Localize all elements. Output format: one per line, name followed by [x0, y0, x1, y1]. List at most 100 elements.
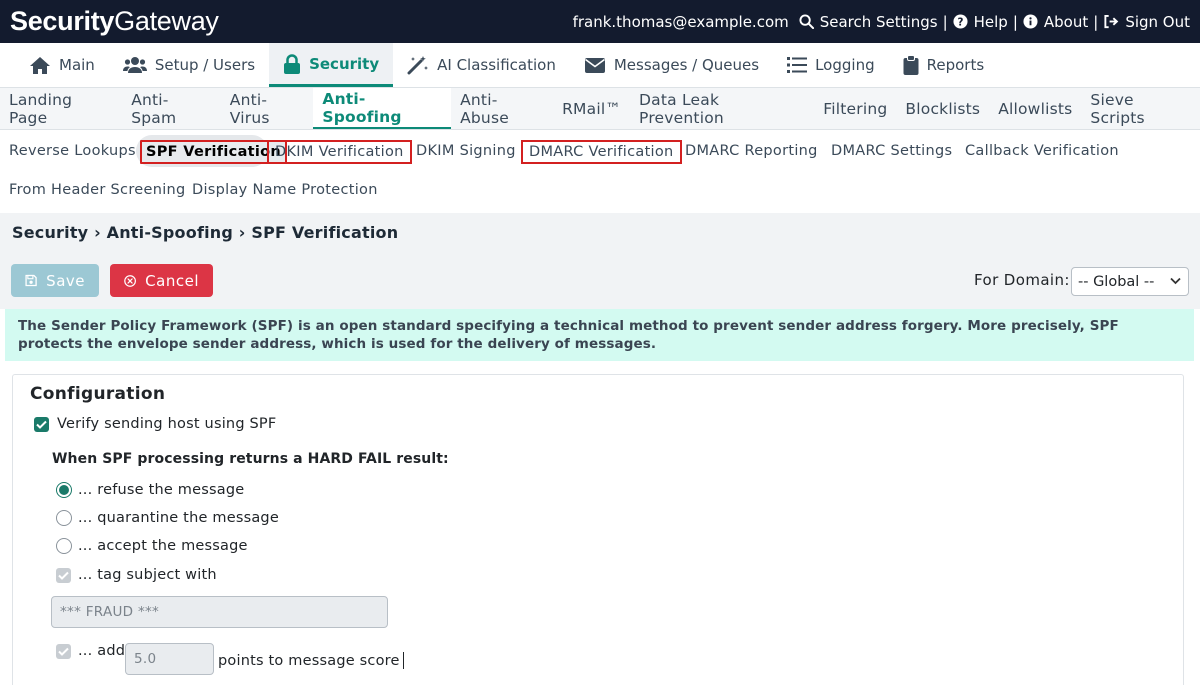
link-spf-verification[interactable]: SPF Verification [140, 140, 288, 164]
subtab-anti-virus[interactable]: Anti-Virus [221, 88, 314, 129]
verify-spf-row: Verify sending host using SPF [34, 416, 276, 432]
users-icon [122, 57, 147, 73]
domain-select[interactable]: -- Global -- [1071, 267, 1189, 296]
text-cursor [402, 652, 404, 669]
sign-out-link[interactable]: Sign Out [1103, 13, 1190, 31]
link-dmarc-verification[interactable]: DMARC Verification [521, 140, 682, 164]
help-link[interactable]: ? Help [953, 13, 1008, 31]
quarantine-radio[interactable] [56, 510, 72, 526]
link-callback-verification[interactable]: Callback Verification [965, 143, 1119, 159]
top-header: SecurityGateway frank.thomas@example.com… [0, 0, 1200, 43]
toolbar: Save Cancel For Domain: -- Global -- [0, 251, 1200, 309]
question-circle-icon: ? [953, 14, 968, 29]
chevron-down-icon [1170, 277, 1181, 285]
link-dmarc-reporting[interactable]: DMARC Reporting [685, 143, 818, 159]
tag-subject-value: *** FRAUD *** [60, 604, 160, 620]
quarantine-label: ... quarantine the message [78, 510, 279, 526]
magic-wand-icon [407, 56, 429, 75]
accept-label: ... accept the message [78, 538, 248, 554]
cancel-button-label: Cancel [145, 271, 199, 290]
nav-separator: | [942, 12, 948, 31]
add-score-checkbox[interactable] [56, 643, 71, 659]
subtab-filtering[interactable]: Filtering [814, 88, 896, 129]
home-icon [30, 56, 50, 74]
score-suffix-label: points to message score [218, 652, 400, 669]
tab-main-label: Main [59, 56, 95, 74]
subtab-allowlists[interactable]: Allowlists [989, 88, 1081, 129]
score-value: 5.0 [134, 651, 157, 667]
subtab-sieve-scripts[interactable]: Sieve Scripts [1081, 88, 1200, 129]
refuse-radio[interactable] [56, 482, 72, 498]
score-input[interactable]: 5.0 [125, 643, 214, 675]
about-link[interactable]: About [1023, 13, 1088, 31]
search-settings-label: Search Settings [819, 12, 938, 31]
domain-label: For Domain: [974, 271, 1070, 289]
add-score-row: ... add [56, 643, 125, 659]
nav-separator: | [1012, 12, 1018, 31]
tag-subject-checkbox[interactable] [56, 567, 71, 583]
tab-ai-classification[interactable]: AI Classification [393, 43, 570, 87]
app-logo[interactable]: SecurityGateway [10, 8, 219, 35]
user-email[interactable]: frank.thomas@example.com [573, 13, 789, 31]
link-reverse-lookups[interactable]: Reverse Lookups [9, 143, 136, 159]
breadcrumb-text: Security › Anti-Spoofing › SPF Verificat… [12, 222, 399, 242]
top-nav: frank.thomas@example.com Search Settings… [573, 13, 1190, 31]
subtab-anti-abuse[interactable]: Anti-Abuse [451, 88, 553, 129]
third-level-nav: Reverse Lookups SPF Verification DKIM Ve… [0, 131, 1200, 213]
tab-messages-queues[interactable]: Messages / Queues [570, 43, 773, 87]
help-label: Help [973, 12, 1008, 31]
save-button-label: Save [46, 271, 85, 290]
save-icon [25, 274, 37, 287]
score-suffix-row: points to message score [218, 652, 404, 669]
tab-logging-label: Logging [815, 56, 875, 74]
tab-security[interactable]: Security [269, 43, 394, 87]
tab-setup-users-label: Setup / Users [154, 56, 256, 74]
list-icon [787, 57, 808, 73]
verify-spf-label: Verify sending host using SPF [57, 416, 277, 432]
save-button[interactable]: Save [11, 264, 99, 297]
info-text: The Sender Policy Framework (SPF) is an … [18, 318, 1119, 352]
refuse-label: ... refuse the message [78, 482, 245, 498]
svg-text:?: ? [957, 16, 963, 28]
logo-regular-text: Gateway [114, 6, 219, 36]
check-icon [58, 647, 69, 656]
sign-out-label: Sign Out [1125, 12, 1190, 31]
tab-ai-classification-label: AI Classification [437, 56, 556, 74]
verify-spf-checkbox[interactable] [34, 416, 49, 432]
close-circle-icon [124, 274, 136, 287]
tab-setup-users[interactable]: Setup / Users [109, 43, 269, 87]
check-icon [58, 571, 69, 580]
subtab-blocklists[interactable]: Blocklists [896, 88, 989, 129]
tab-messages-queues-label: Messages / Queues [613, 56, 760, 74]
link-dkim-signing[interactable]: DKIM Signing [416, 143, 516, 159]
link-dmarc-settings[interactable]: DMARC Settings [831, 143, 952, 159]
subtab-data-leak-prevention[interactable]: Data Leak Prevention [630, 88, 814, 129]
option-accept-row: ... accept the message [56, 538, 248, 554]
domain-select-value: -- Global -- [1078, 273, 1155, 290]
tab-logging[interactable]: Logging [773, 43, 889, 87]
accept-radio[interactable] [56, 538, 72, 554]
link-display-name-protection[interactable]: Display Name Protection [192, 182, 378, 198]
subtab-rmail[interactable]: RMail™ [553, 88, 630, 129]
check-icon [36, 420, 47, 429]
subtab-landing-page[interactable]: Landing Page [0, 88, 122, 129]
clipboard-icon [903, 55, 919, 75]
tag-subject-input[interactable]: *** FRAUD *** [51, 596, 388, 628]
configuration-title: Configuration [30, 384, 166, 404]
tab-security-label: Security [309, 54, 380, 73]
link-dkim-verification[interactable]: DKIM Verification [267, 140, 412, 164]
tag-subject-label: ... tag subject with [78, 567, 217, 583]
info-circle-icon [1023, 14, 1038, 29]
option-refuse-row: ... refuse the message [56, 482, 244, 498]
subtab-anti-spam[interactable]: Anti-Spam [122, 88, 221, 129]
tab-reports[interactable]: Reports [889, 43, 999, 87]
tag-subject-row: ... tag subject with [56, 567, 217, 583]
hardfail-heading: When SPF processing returns a HARD FAIL … [52, 451, 449, 467]
tab-main[interactable]: Main [15, 43, 109, 87]
search-settings-link[interactable]: Search Settings [799, 13, 938, 31]
breadcrumb: Security › Anti-Spoofing › SPF Verificat… [0, 213, 1200, 251]
cancel-button[interactable]: Cancel [110, 264, 213, 297]
subtab-anti-spoofing[interactable]: Anti-Spoofing [313, 88, 452, 129]
add-score-label: ... add [78, 643, 126, 659]
link-from-header-screening[interactable]: From Header Screening [9, 182, 186, 198]
